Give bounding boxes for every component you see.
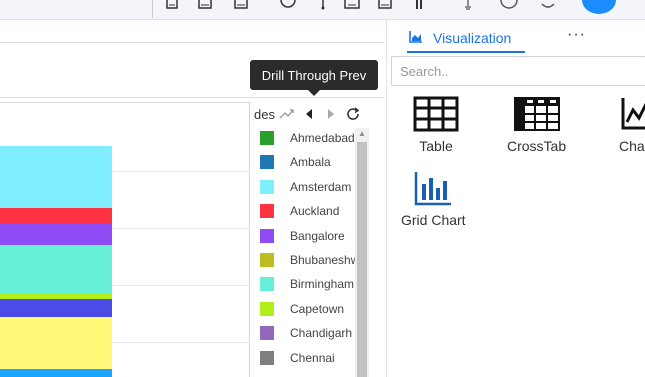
copy-icon[interactable] [234, 0, 248, 10]
area-chart-icon [409, 30, 423, 46]
chart-legend: des Ahmedabad Ambala Amsterdam Auckland Bang… [249, 102, 377, 377]
top-toolbar [0, 0, 645, 20]
properties-panel: Visualization ··· Table Cros [386, 20, 645, 377]
pin-icon[interactable] [318, 0, 328, 10]
viz-table[interactable]: Table [413, 96, 459, 154]
legend-swatch [260, 301, 274, 316]
legend-item-label: Auckland [290, 204, 340, 219]
legend-item[interactable]: Ahmedabad [250, 126, 360, 150]
legend-swatch [260, 326, 274, 341]
toolbar-divider [152, 0, 153, 18]
legend-item[interactable]: Bhubaneshwar [250, 248, 360, 272]
legend-item[interactable]: Ambala [250, 150, 360, 174]
legend-item-label: Birmingham [290, 277, 355, 292]
caret-left-icon [306, 109, 312, 119]
table-icon [413, 96, 459, 132]
viz-table-label: Table [419, 138, 453, 154]
legend-swatch [260, 179, 274, 194]
legend-next-button[interactable] [320, 103, 342, 125]
bar-segment[interactable] [0, 299, 112, 317]
copy-alt-icon[interactable] [378, 0, 392, 10]
bar-segment[interactable] [0, 223, 112, 245]
legend-item[interactable]: Amsterdam [250, 175, 360, 199]
legend-header: des [250, 102, 378, 126]
share-icon[interactable] [414, 0, 424, 10]
panel-tabs: Visualization ··· [387, 20, 645, 54]
history-icon[interactable] [280, 0, 296, 10]
legend-item[interactable]: Birmingham [250, 272, 360, 296]
trend-icon [279, 109, 294, 119]
clock-icon[interactable] [500, 0, 518, 10]
legend-item-label: Ambala [290, 155, 331, 170]
bar-segment[interactable] [0, 317, 112, 369]
legend-list: Ahmedabad Ambala Amsterdam Auckland Bangalor… [250, 126, 370, 377]
bar-segment[interactable] [0, 369, 112, 377]
bulb-icon[interactable] [462, 0, 474, 10]
viz-chart-label: Chart [619, 138, 645, 154]
legend-item[interactable]: Chandigarh [250, 321, 360, 345]
scrollbar-thumb[interactable] [357, 142, 367, 377]
legend-item-label: Chandigarh [290, 326, 353, 341]
save-icon[interactable] [198, 0, 212, 10]
viz-crosstab[interactable]: CrossTab [507, 96, 566, 154]
refresh-icon [347, 107, 360, 120]
legend-swatch [260, 155, 274, 170]
viz-grid-chart-label: Grid Chart [401, 212, 466, 228]
legend-swatch [260, 253, 274, 267]
grid-chart-icon [415, 172, 452, 206]
viz-chart[interactable]: Chart [619, 96, 645, 154]
legend-title: des [254, 106, 275, 122]
viz-grid-chart[interactable]: Grid Chart [401, 170, 466, 228]
legend-swatch [260, 277, 274, 292]
drill-through-tooltip: Drill Through Prev [250, 60, 378, 96]
bar-segment[interactable] [0, 146, 112, 208]
line-chart-icon [621, 98, 645, 130]
legend-item-label: Bangalore [290, 228, 345, 243]
legend-item-label: Ahmedabad [290, 131, 355, 145]
tab-visualization[interactable]: Visualization [409, 26, 511, 50]
stacked-bar-chart [0, 102, 250, 377]
legend-swatch [260, 204, 274, 219]
legend-item[interactable]: Bangalore [250, 224, 360, 248]
doc-icon[interactable] [166, 0, 178, 10]
drill-through-prev-button[interactable] [276, 103, 298, 125]
legend-item-label: Chennai [290, 350, 335, 365]
legend-refresh-button[interactable] [342, 103, 364, 125]
legend-swatch [260, 350, 274, 365]
legend-item-label: Capetown [290, 301, 345, 316]
scroll-up-icon[interactable]: ▲ [358, 130, 366, 138]
caret-right-icon [328, 109, 334, 119]
bar-segment[interactable] [0, 245, 112, 293]
user-avatar[interactable] [582, 0, 616, 14]
more-options-button[interactable]: ··· [567, 26, 586, 44]
legend-scrollbar[interactable]: ▲ [355, 128, 369, 377]
legend-item-label: Bhubaneshwar [290, 253, 360, 267]
crosstab-icon [513, 97, 560, 131]
active-tab-indicator [407, 51, 525, 53]
legend-swatch [260, 228, 274, 243]
legend-item[interactable]: Capetown [250, 297, 360, 321]
legend-item[interactable]: Chennai [250, 346, 360, 370]
legend-prev-button[interactable] [298, 103, 320, 125]
search-field[interactable] [391, 56, 645, 86]
bell-icon[interactable] [540, 0, 556, 10]
legend-item[interactable]: Auckland [250, 199, 360, 223]
viz-crosstab-label: CrossTab [507, 138, 567, 154]
tab-visualization-label: Visualization [433, 30, 512, 46]
legend-item-label: Amsterdam [290, 179, 352, 194]
search-input[interactable] [392, 57, 632, 85]
image-icon[interactable] [344, 0, 360, 10]
legend-swatch [260, 131, 274, 145]
bar-segment[interactable] [0, 208, 112, 223]
